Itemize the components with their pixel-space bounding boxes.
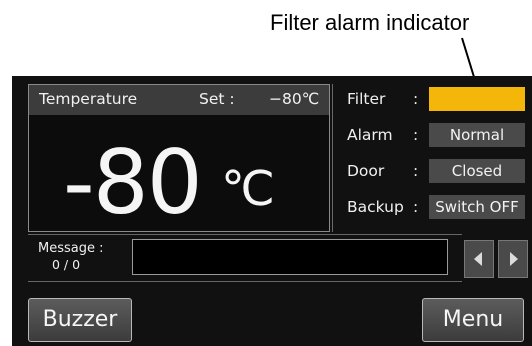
setpoint-label: Set : <box>199 90 235 108</box>
status-colon: : <box>413 90 419 108</box>
status-label-backup: Backup <box>347 198 404 216</box>
current-temperature: -80 <box>63 131 203 234</box>
door-status-value: Closed <box>429 159 525 183</box>
callout-label: Filter alarm indicator <box>270 10 470 35</box>
message-label: Message : <box>38 241 104 256</box>
status-panel: Filter : Alarm : Normal Door : Closed Ba… <box>332 84 529 232</box>
menu-button[interactable]: Menu <box>422 298 524 342</box>
message-area: Message : 0 / 0 <box>28 234 462 282</box>
status-row-alarm: Alarm : Normal <box>333 120 529 150</box>
alarm-status-value: Normal <box>429 123 525 147</box>
temperature-header: Temperature Set : −80℃ <box>29 85 329 115</box>
status-colon: : <box>413 162 419 180</box>
temperature-unit: ℃ <box>221 161 275 217</box>
triangle-left-icon <box>474 252 482 266</box>
message-count: 0 / 0 <box>52 257 81 272</box>
temperature-display: Temperature Set : −80℃ -80 ℃ <box>28 84 330 234</box>
status-label-filter: Filter <box>347 90 386 108</box>
backup-status-value: Switch OFF <box>429 195 525 219</box>
status-colon: : <box>413 198 419 216</box>
filter-alarm-indicator <box>429 87 525 111</box>
setpoint-value: −80℃ <box>269 90 320 108</box>
control-panel: Temperature Set : −80℃ -80 ℃ Filter : Al… <box>12 76 532 346</box>
message-next-button[interactable] <box>498 240 528 278</box>
status-label-door: Door <box>347 162 385 180</box>
status-row-filter: Filter : <box>333 84 529 114</box>
message-prev-button[interactable] <box>464 240 494 278</box>
message-field <box>132 239 448 275</box>
temperature-label: Temperature <box>39 90 138 108</box>
status-colon: : <box>413 126 419 144</box>
buzzer-button[interactable]: Buzzer <box>28 298 132 342</box>
status-row-backup: Backup : Switch OFF <box>333 192 529 222</box>
triangle-right-icon <box>510 252 518 266</box>
status-label-alarm: Alarm <box>347 126 393 144</box>
status-row-door: Door : Closed <box>333 156 529 186</box>
